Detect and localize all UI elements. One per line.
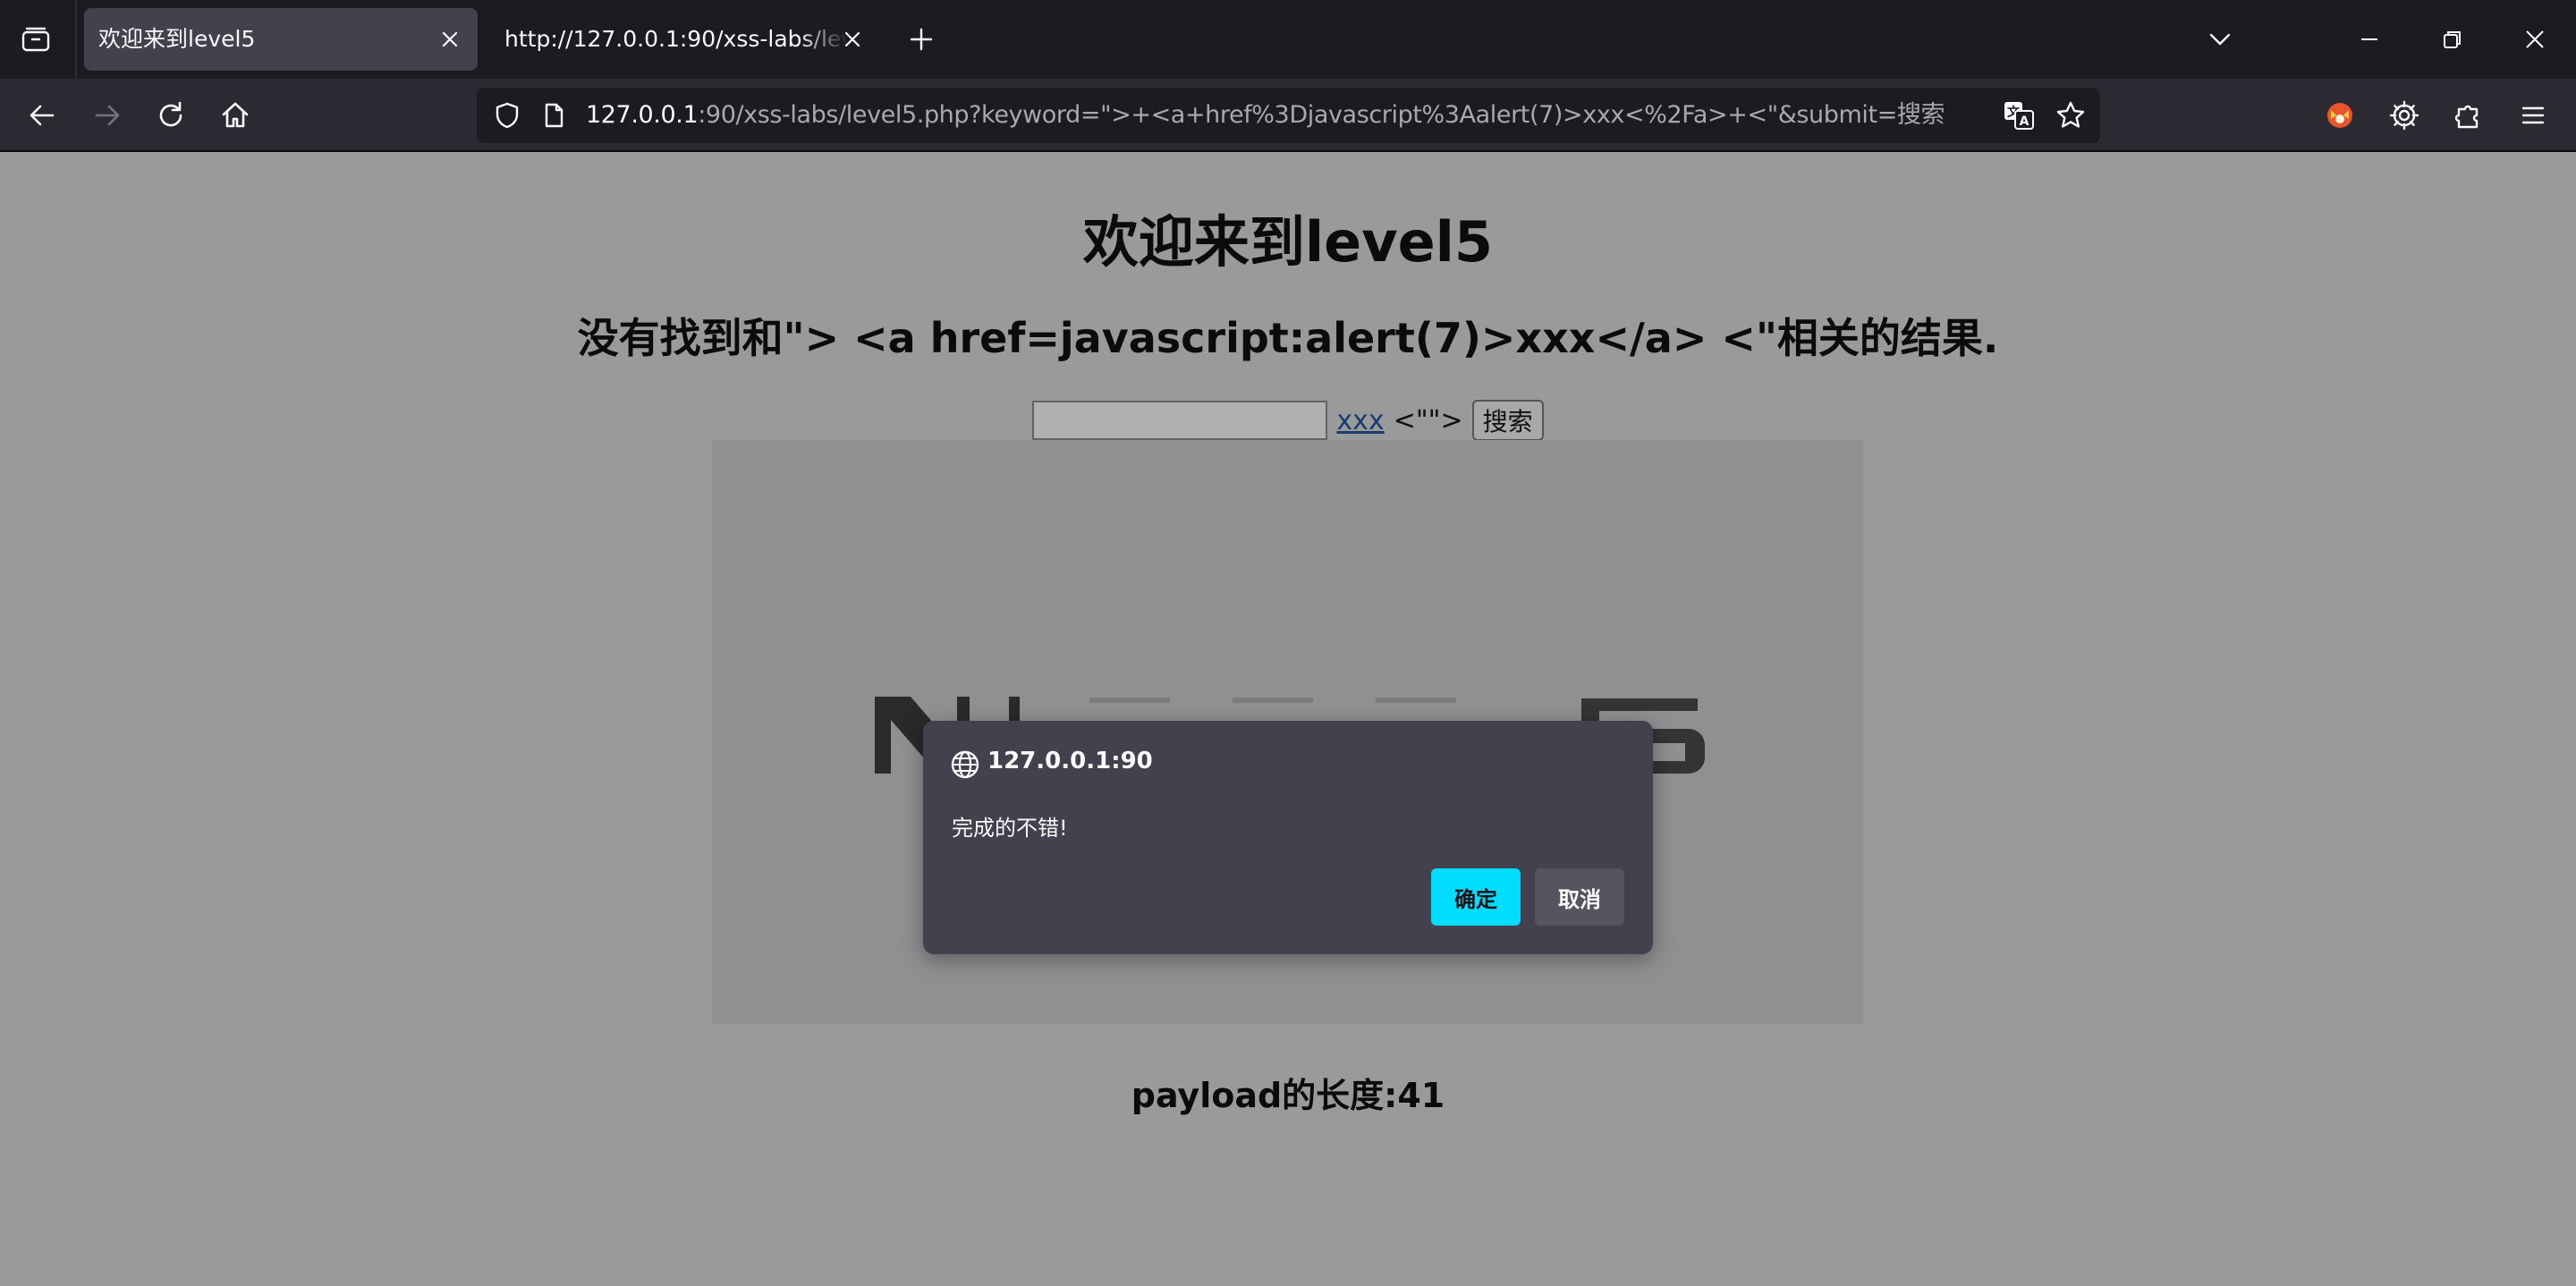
tab-title: 欢迎来到level5 xyxy=(98,26,256,52)
home-icon[interactable] xyxy=(214,94,257,137)
alert-dialog: 127.0.0.1:90 完成的不错! 确定 取消 xyxy=(923,721,1653,954)
keyword-input[interactable] xyxy=(1032,401,1328,440)
tab-url[interactable]: http://127.0.0.1:90/xss-labs/level5.php?… xyxy=(490,8,884,71)
page-icon[interactable] xyxy=(534,96,573,135)
url-path: :90/xss-labs/level5.php?keyword=">+<a+hr… xyxy=(698,101,1945,129)
arrow-left-icon[interactable] xyxy=(21,94,64,137)
page-title: 欢迎来到level5 xyxy=(1082,209,1494,275)
hackbar-fox-icon[interactable] xyxy=(2318,94,2361,137)
svg-text:A: A xyxy=(2020,114,2029,129)
globe-icon xyxy=(951,750,979,779)
url-bar[interactable]: 127.0.0.1:90/xss-labs/level5.php?keyword… xyxy=(477,88,2100,143)
arrow-right-icon xyxy=(86,94,129,137)
dialog-message: 完成的不错! xyxy=(952,816,1068,841)
reload-icon[interactable] xyxy=(149,94,192,137)
stray-text: <""> xyxy=(1393,404,1463,436)
star-icon[interactable] xyxy=(2051,96,2090,135)
cancel-button[interactable]: 取消 xyxy=(1535,868,1624,926)
chevron-down-icon[interactable] xyxy=(2200,20,2240,59)
restore-icon[interactable] xyxy=(2433,20,2472,59)
injected-xxx-link[interactable]: xxx xyxy=(1336,405,1384,436)
tab-title: http://127.0.0.1:90/xss-labs/level5.php?… xyxy=(504,26,862,52)
gear-icon[interactable] xyxy=(2383,94,2426,137)
ok-button[interactable]: 确定 xyxy=(1431,868,1521,926)
close-window-icon[interactable] xyxy=(2515,20,2555,59)
search-button[interactable]: 搜索 xyxy=(1471,400,1544,441)
tab-level5[interactable]: 欢迎来到level5 xyxy=(84,8,478,71)
tab-strip: 欢迎来到level5 http://127.0.0.1:90/xss-labs/… xyxy=(0,0,2576,79)
close-icon[interactable] xyxy=(837,24,868,55)
tabstrip-separator xyxy=(75,0,77,79)
translate-icon[interactable]: 文A xyxy=(1999,96,2038,135)
minimize-icon[interactable] xyxy=(2350,20,2389,59)
dialog-origin: 127.0.0.1:90 xyxy=(987,748,1153,774)
url-host: 127.0.0.1 xyxy=(586,101,699,129)
search-form: xxx <""> 搜索 xyxy=(0,399,2576,442)
result-heading: 没有找到和"> <a href=javascript:alert(7)>xxx<… xyxy=(577,314,1999,362)
plus-icon[interactable] xyxy=(902,20,941,59)
tab-overview-icon[interactable] xyxy=(16,20,55,59)
shield-icon[interactable] xyxy=(487,96,527,135)
close-icon[interactable] xyxy=(435,24,465,55)
puzzle-icon[interactable] xyxy=(2447,94,2490,137)
page-content: 欢迎来到level5 没有找到和"> <a href=javascript:al… xyxy=(0,152,2576,1286)
payload-length: payload的长度:41 xyxy=(1131,1076,1445,1115)
hamburger-menu-icon[interactable] xyxy=(2512,94,2555,137)
url-text[interactable]: 127.0.0.1:90/xss-labs/level5.php?keyword… xyxy=(586,88,1945,143)
navigation-toolbar: 127.0.0.1:90/xss-labs/level5.php?keyword… xyxy=(0,79,2576,152)
